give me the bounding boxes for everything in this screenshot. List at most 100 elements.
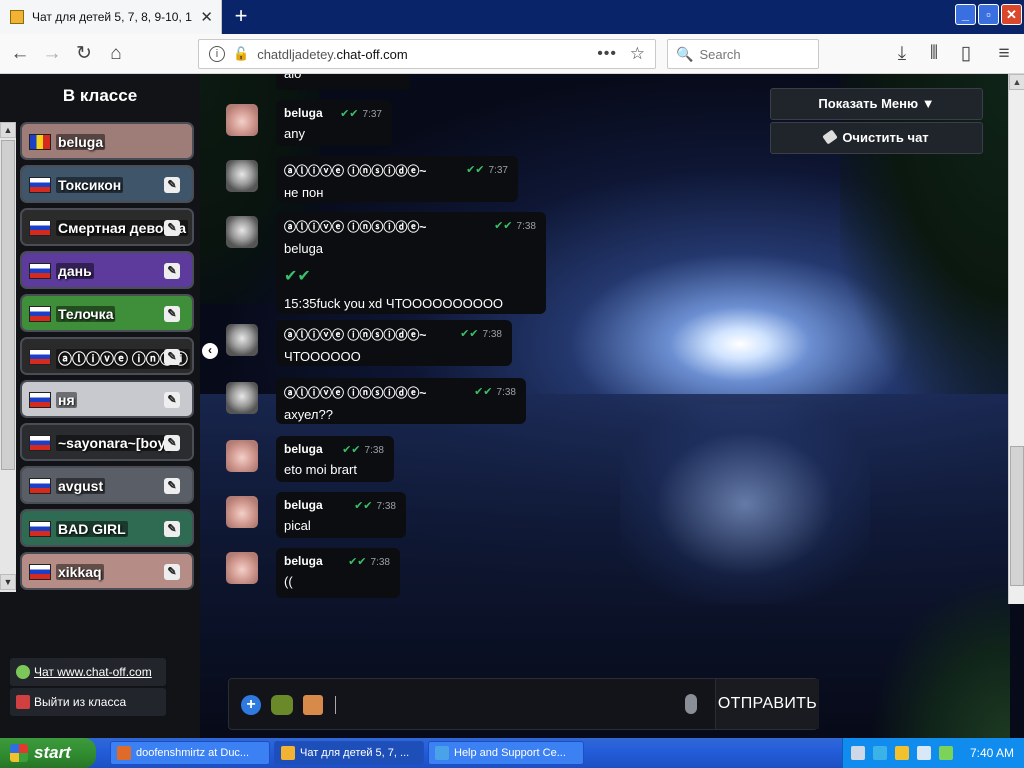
private-message-icon[interactable]: ✎ bbox=[164, 478, 180, 494]
taskbar-item[interactable]: doofenshmirtz at Duc... bbox=[110, 741, 270, 765]
collapse-sidebar-chevron-icon[interactable]: ‹ bbox=[202, 343, 218, 359]
message-text: ахуел?? bbox=[284, 407, 333, 422]
user-list-item[interactable]: BAD GIRL ✎ bbox=[20, 509, 194, 547]
message-avatar[interactable] bbox=[226, 496, 258, 528]
site-info-icon[interactable]: i bbox=[209, 46, 225, 62]
message-bubble: beluga ✔✔ 7:38(( bbox=[276, 548, 400, 598]
scroll-up-arrow-icon[interactable]: ▲ bbox=[0, 122, 16, 138]
site-link[interactable]: Чат www.chat-off.com bbox=[10, 658, 166, 686]
message-avatar[interactable] bbox=[226, 160, 258, 192]
message-text: any bbox=[284, 126, 305, 141]
message-avatar[interactable] bbox=[226, 104, 258, 136]
address-bar[interactable]: i 🔓 chatdljadetey.chat-off.com ••• ☆ bbox=[198, 39, 656, 69]
private-message-icon[interactable]: ✎ bbox=[164, 306, 180, 322]
private-message-icon[interactable]: ✎ bbox=[164, 177, 180, 193]
close-window-button[interactable]: ✕ bbox=[1001, 4, 1022, 25]
tab-close-icon[interactable]: ✕ bbox=[200, 8, 213, 26]
sidebar-scrollbar[interactable]: ▲ ▼ bbox=[0, 122, 16, 592]
back-arrow-icon[interactable]: ← bbox=[8, 42, 32, 66]
user-list-item[interactable]: ⓐⓛⓘⓥⓔ ⓘⓝⓢⓘ ✎ bbox=[20, 337, 194, 375]
user-list-item[interactable]: xikkaq ✎ bbox=[20, 552, 194, 590]
sidebar-toggle-icon[interactable]: ▯ bbox=[954, 42, 978, 66]
private-message-icon[interactable]: ✎ bbox=[164, 349, 180, 365]
message-input[interactable] bbox=[335, 696, 336, 714]
message-avatar[interactable] bbox=[226, 440, 258, 472]
maximize-button[interactable]: ▫ bbox=[978, 4, 999, 25]
message-meta: ✔✔ 7:38 bbox=[354, 500, 396, 512]
private-message-icon[interactable]: ✎ bbox=[164, 521, 180, 537]
browser-toolbar: ← → ↻ ⌂ i 🔓 chatdljadetey.chat-off.com •… bbox=[0, 34, 1024, 74]
taskbar-item[interactable]: Help and Support Ce... bbox=[428, 741, 584, 765]
library-icon[interactable]: ⫴ bbox=[922, 42, 946, 66]
microphone-icon[interactable] bbox=[685, 694, 697, 714]
user-list-item[interactable]: ня ✎ bbox=[20, 380, 194, 418]
update-icon[interactable] bbox=[939, 746, 953, 760]
message-text: не пон bbox=[284, 185, 324, 200]
new-tab-plus-icon[interactable]: + bbox=[228, 4, 254, 30]
keyboard-icon[interactable] bbox=[851, 746, 865, 760]
username: beluga bbox=[56, 134, 106, 150]
windows-logo-icon bbox=[10, 744, 28, 762]
user-list-item[interactable]: ~sayonara~[boy] ✎ bbox=[20, 423, 194, 461]
start-button[interactable]: start bbox=[0, 738, 96, 768]
help-app-icon bbox=[435, 746, 449, 760]
downloads-icon[interactable]: ⤓ bbox=[890, 42, 914, 66]
taskbar-item-active[interactable]: Чат для детей 5, 7, ... bbox=[274, 741, 424, 765]
background-plant bbox=[870, 574, 1010, 738]
private-message-icon[interactable]: ✎ bbox=[164, 220, 180, 236]
exit-door-icon bbox=[16, 695, 30, 709]
page-scrollbar[interactable]: ▲ bbox=[1008, 74, 1024, 604]
user-list-item[interactable]: Смертная девочка ✎ bbox=[20, 208, 194, 246]
insecure-lock-icon[interactable]: 🔓 bbox=[233, 46, 249, 62]
message-avatar[interactable] bbox=[226, 382, 258, 414]
private-message-icon[interactable]: ✎ bbox=[164, 392, 180, 408]
message-avatar[interactable] bbox=[226, 324, 258, 356]
attach-plus-icon[interactable]: + bbox=[241, 695, 261, 715]
message-text: alo bbox=[284, 74, 402, 81]
message-avatar[interactable] bbox=[226, 552, 258, 584]
gift-bag-icon[interactable] bbox=[303, 695, 323, 715]
country-flag-icon bbox=[29, 263, 51, 279]
user-list-item[interactable]: Телочка ✎ bbox=[20, 294, 194, 332]
page-actions-dots-icon[interactable]: ••• bbox=[597, 45, 617, 63]
show-menu-button[interactable]: Показать Меню ▼ bbox=[770, 88, 983, 120]
home-icon[interactable]: ⌂ bbox=[104, 42, 128, 66]
user-list-item[interactable]: дань ✎ bbox=[20, 251, 194, 289]
hamburger-menu-icon[interactable]: ≡ bbox=[992, 42, 1016, 66]
user-icon bbox=[16, 665, 30, 679]
security-shield-icon[interactable] bbox=[895, 746, 909, 760]
user-list-item[interactable]: Токсикон ✎ bbox=[20, 165, 194, 203]
clear-chat-button[interactable]: Очистить чат bbox=[770, 122, 983, 154]
forward-arrow-icon[interactable]: → bbox=[40, 42, 64, 66]
minimize-button[interactable]: _ bbox=[955, 4, 976, 25]
search-input[interactable]: 🔍 Search bbox=[667, 39, 819, 69]
country-flag-icon bbox=[29, 478, 51, 494]
user-list-item[interactable]: avgust ✎ bbox=[20, 466, 194, 504]
message-bubble: alo bbox=[276, 74, 410, 90]
page-scroll-up-icon[interactable]: ▲ bbox=[1009, 74, 1024, 90]
bookmark-star-icon[interactable]: ☆ bbox=[630, 44, 645, 64]
scroll-down-arrow-icon[interactable]: ▼ bbox=[0, 574, 16, 590]
reload-icon[interactable]: ↻ bbox=[72, 42, 96, 66]
country-flag-icon bbox=[29, 521, 51, 537]
message-avatar[interactable] bbox=[226, 216, 258, 248]
private-message-icon[interactable]: ✎ bbox=[164, 564, 180, 580]
message-meta: ✔✔ 7:37 bbox=[466, 164, 508, 176]
read-check-icon: ✔✔ bbox=[474, 386, 493, 398]
sidebar-scroll-thumb[interactable] bbox=[1, 140, 15, 470]
send-button[interactable]: ОТПРАВИТЬ bbox=[715, 679, 819, 729]
network-icon[interactable] bbox=[873, 746, 887, 760]
private-message-icon[interactable]: ✎ bbox=[164, 263, 180, 279]
class-sidebar: В классе ▲ ▼ beluga Токсикон ✎ Смертная дев… bbox=[0, 74, 200, 738]
url-text[interactable]: chatdljadetey.chat-off.com bbox=[257, 47, 408, 62]
leave-class-button[interactable]: Выйти из класса bbox=[10, 688, 166, 716]
browser-tab-active[interactable]: Чат для детей 5, 7, 8, 9-10, 11, ✕ bbox=[0, 0, 222, 34]
country-flag-icon bbox=[29, 134, 51, 150]
read-check-icon: ✔✔ bbox=[466, 164, 485, 176]
volume-icon[interactable] bbox=[917, 746, 931, 760]
page-scroll-thumb[interactable] bbox=[1010, 446, 1024, 586]
private-message-icon[interactable]: ✎ bbox=[164, 435, 180, 451]
sticker-frog-icon[interactable] bbox=[271, 695, 293, 715]
message-text: eto moi brart bbox=[284, 462, 357, 477]
user-list-item[interactable]: beluga bbox=[20, 122, 194, 160]
